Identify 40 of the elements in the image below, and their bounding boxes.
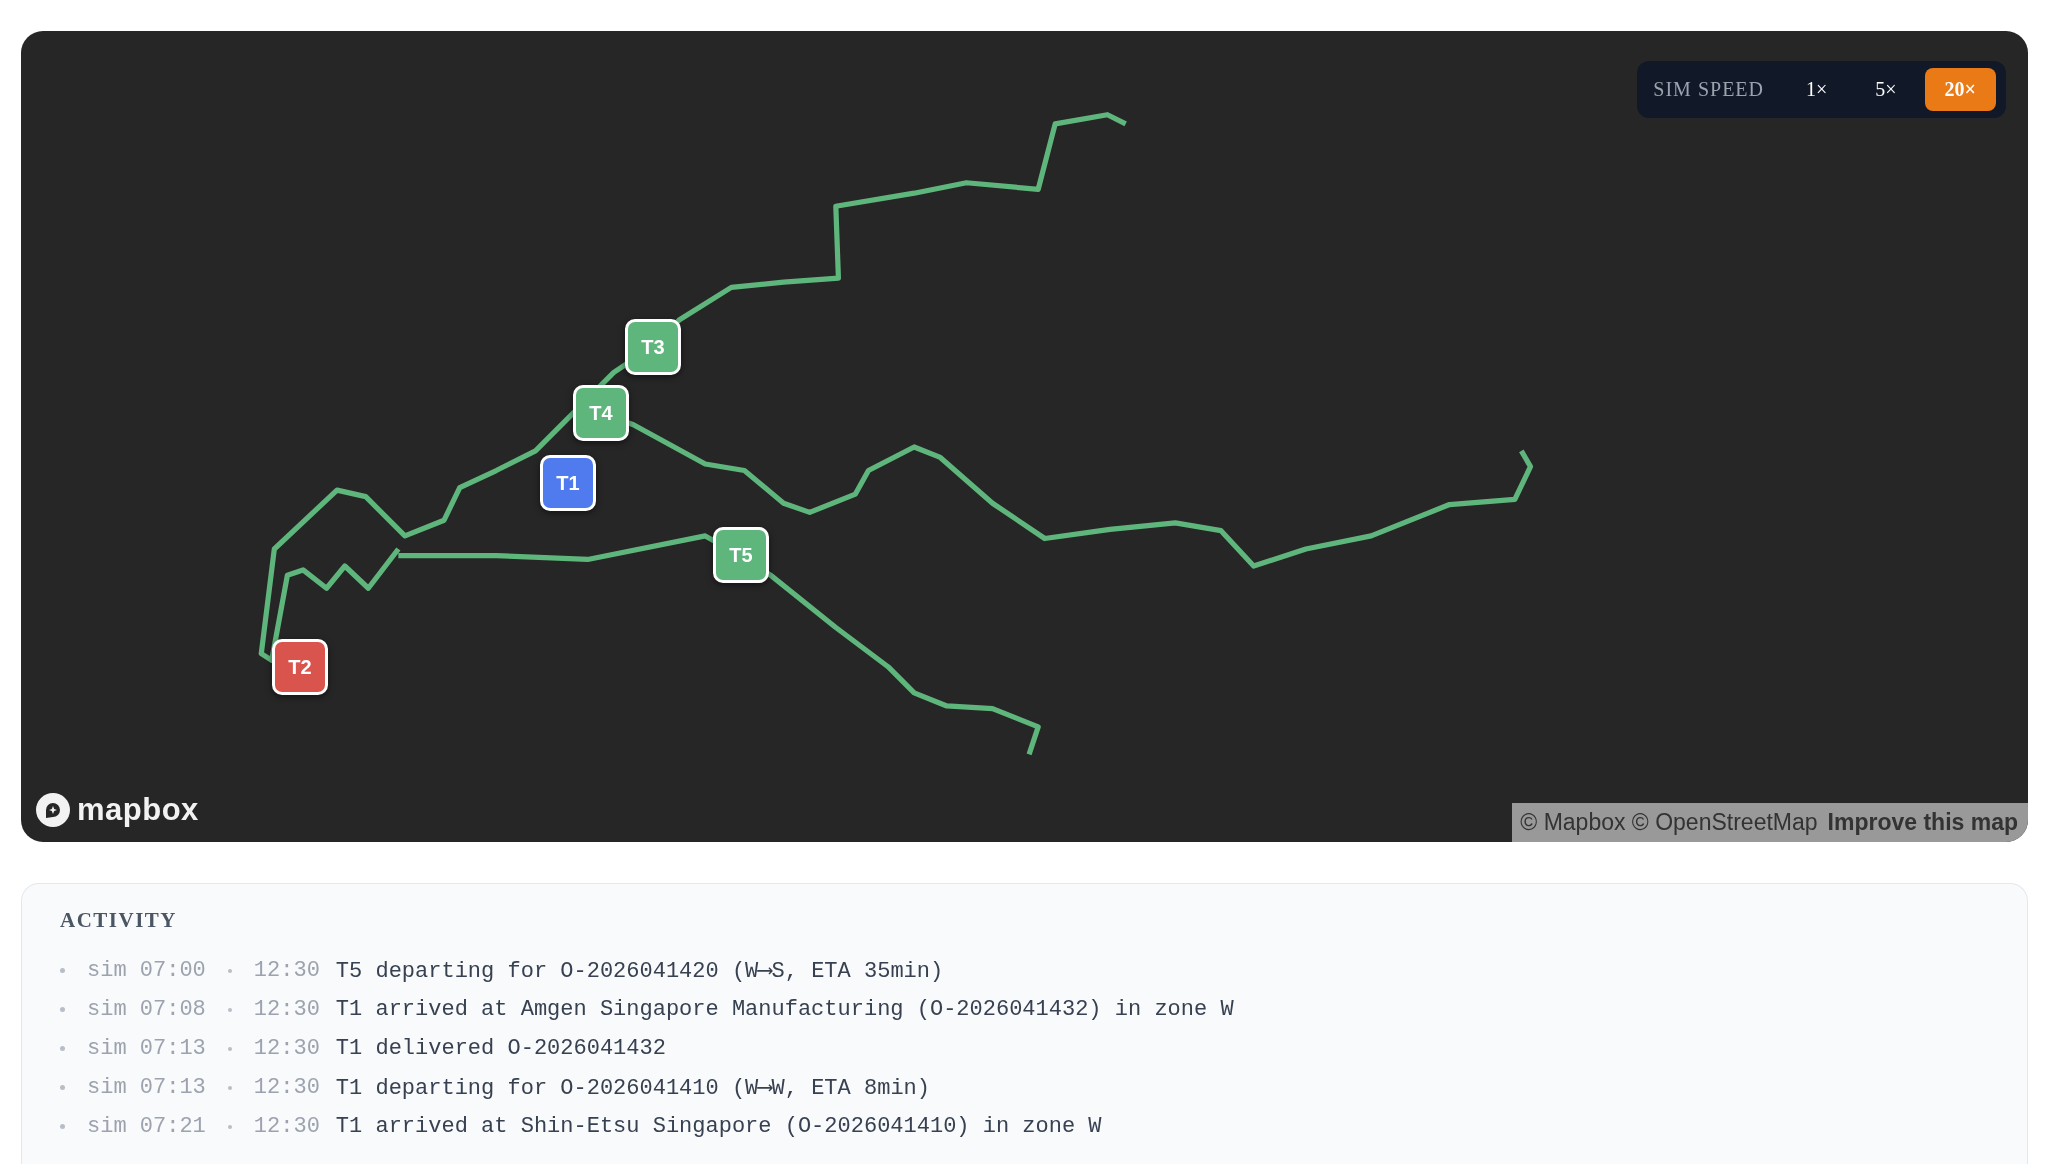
truck-marker[interactable]: T5 [713,527,769,583]
separator-icon [227,968,232,973]
activity-message: T1 arrived at Amgen Singapore Manufacturing (O-2026041432) in zone W [335,997,1234,1022]
time: 12:30 [253,958,320,983]
separator-icon [227,1046,232,1051]
truck-marker[interactable]: T4 [573,385,629,441]
time: 12:30 [253,1036,320,1061]
attribution-text: © Mapbox © OpenStreetMap [1520,809,1818,836]
time: 12:30 [253,1075,320,1100]
bullet-icon [60,1085,65,1090]
activity-message: T1 delivered O-2026041432 [335,1036,666,1061]
bullet-icon [60,1124,65,1129]
truck-marker[interactable]: T3 [625,319,681,375]
sim-time: sim 07:00 [87,958,206,983]
bullet-icon [60,1007,65,1012]
bullet-icon [60,968,65,973]
mapbox-logo-icon [35,792,71,828]
separator-icon [227,1007,232,1012]
activity-message: T5 departing for O-2026041420 (W⟶S, ETA 35min) [335,958,944,984]
sim-time: sim 07:21 [87,1114,206,1139]
map-tile[interactable]: SIM SPEED 1× 5× 20× T3 T4 T1 T5 T2 mapbox © Mapbox © OpenStreetMap Improve this map [21,31,2028,842]
sim-speed-label: SIM SPEED [1653,78,1765,101]
sim-time: sim 07:13 [87,1036,206,1061]
improve-map-link[interactable]: Improve this map [1827,809,2018,836]
separator-icon [227,1124,232,1129]
sim-time: sim 07:08 [87,997,206,1022]
speed-button[interactable]: 1× [1786,68,1848,111]
separator-icon [227,1085,232,1090]
activity-title: ACTIVITY [60,908,179,933]
time: 12:30 [253,997,320,1022]
speed-button[interactable]: 20× [1924,68,1996,111]
activity-message: T1 departing for O-2026041410 (W⟶W, ETA 8min) [335,1075,930,1101]
time: 12:30 [253,1114,320,1139]
mapbox-logo-text: mapbox [77,792,199,828]
truck-marker[interactable]: T1 [540,455,596,511]
bullet-icon [60,1046,65,1051]
sim-time: sim 07:13 [87,1075,206,1100]
activity-message: T1 arrived at Shin-Etsu Singapore (O-2026041410) in zone W [335,1114,1102,1139]
speed-button[interactable]: 5× [1855,68,1917,111]
truck-marker[interactable]: T2 [272,639,328,695]
